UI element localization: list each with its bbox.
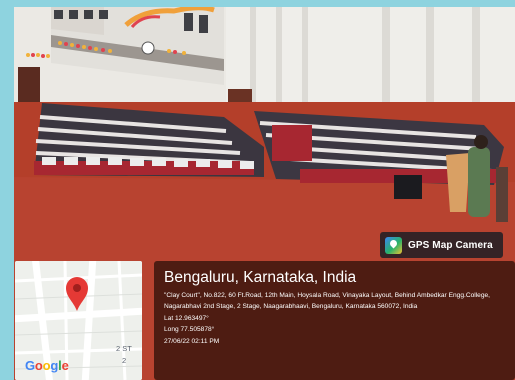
latitude-text: Lat 12.963497° — [164, 314, 209, 322]
google-logo-letter: o — [34, 358, 43, 373]
google-logo: Google — [25, 358, 69, 373]
google-logo-letter: e — [61, 358, 69, 373]
location-map-thumbnail[interactable]: 2 ST 2 Google — [15, 261, 142, 380]
longitude-text: Long 77.505878° — [164, 326, 215, 334]
city-title: Bengaluru, Karnataka, India — [164, 269, 357, 286]
map-pin-icon — [66, 277, 88, 311]
google-logo-letter: g — [50, 358, 59, 373]
gps-map-camera-badge: GPS Map Camera — [380, 232, 503, 258]
map-road-label: 2 ST — [116, 344, 132, 353]
google-logo-letter: G — [25, 358, 35, 373]
map-road-label-secondary: 2 — [122, 356, 127, 365]
gps-map-camera-app-icon — [385, 236, 402, 254]
google-logo-letter: o — [42, 358, 51, 373]
photo: GPS Map Camera 2 ST 2 Google Bengaluru, … — [14, 7, 515, 380]
location-info-panel: Bengaluru, Karnataka, India "Clay Court"… — [154, 261, 515, 380]
app-name-label: GPS Map Camera — [408, 239, 493, 251]
address-text: "Clay Court", No.822, 60 Ft.Road, 12th M… — [164, 292, 491, 311]
datetime-text: 27/06/22 02:11 PM — [164, 337, 220, 345]
